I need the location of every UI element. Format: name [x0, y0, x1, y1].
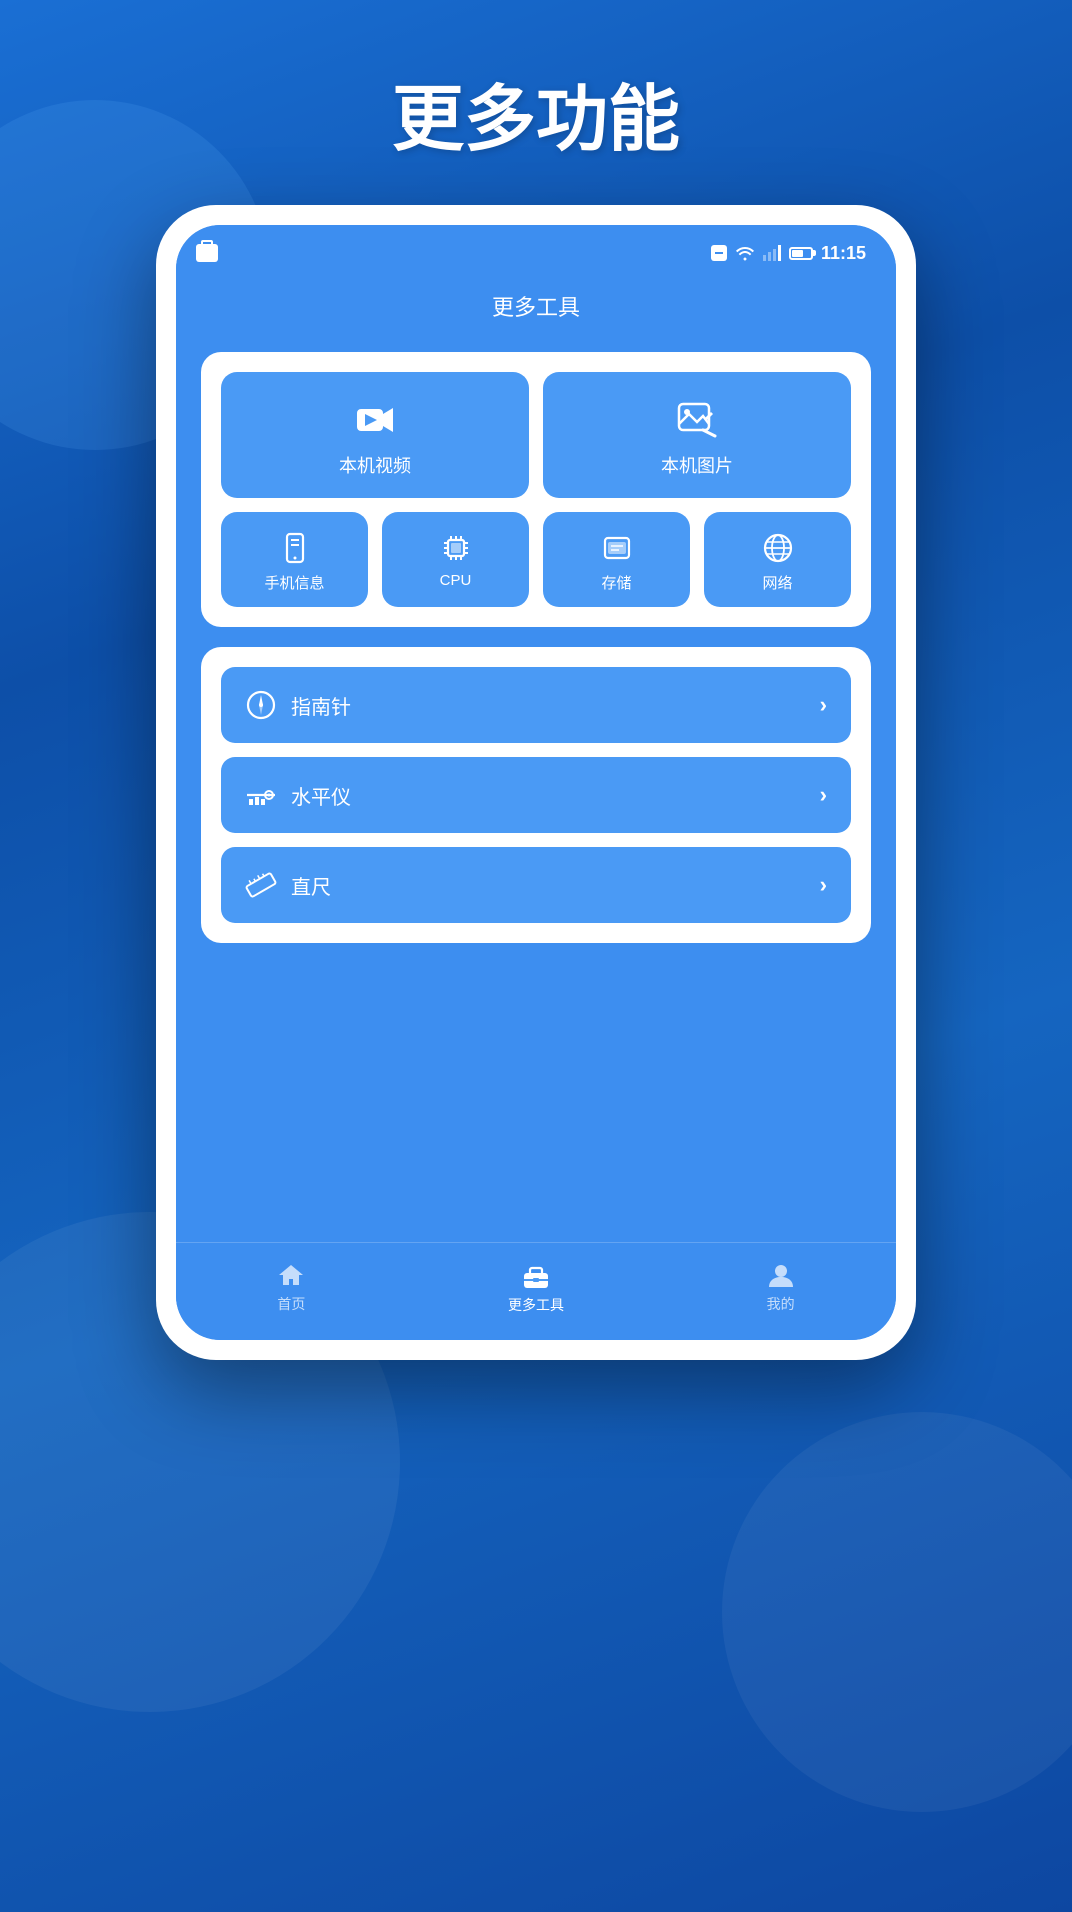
network-label: 网络 — [762, 572, 792, 593]
phone-info-label: 手机信息 — [264, 572, 324, 593]
phone-info-icon — [279, 532, 311, 564]
network-button[interactable]: 网络 — [704, 512, 851, 607]
storage-label: 存储 — [601, 572, 631, 593]
status-wifi-icon — [735, 245, 755, 261]
level-item[interactable]: 水平仪 › — [221, 757, 851, 833]
nav-profile[interactable]: 我的 — [737, 1256, 825, 1319]
toolbox-icon — [521, 1260, 551, 1290]
network-icon — [762, 532, 794, 564]
ruler-item[interactable]: 直尺 › — [221, 847, 851, 923]
nav-more-tools[interactable]: 更多工具 — [478, 1255, 594, 1320]
image-edit-icon — [677, 400, 717, 440]
local-video-label: 本机视频 — [339, 452, 411, 478]
compass-icon — [245, 689, 277, 721]
page-title: 更多功能 — [392, 60, 680, 165]
compass-label: 指南针 — [291, 691, 351, 720]
status-battery-icon — [789, 247, 813, 260]
cpu-icon — [440, 532, 472, 564]
app-header: 更多工具 — [176, 275, 896, 342]
phone-frame: 11:15 更多工具 本机视频 — [156, 205, 916, 1360]
status-block-icon — [711, 245, 727, 261]
level-chevron: › — [820, 782, 827, 808]
storage-icon — [601, 532, 633, 564]
bottom-nav: 首页 更多工具 我的 — [176, 1242, 896, 1340]
home-icon — [277, 1261, 305, 1289]
compass-chevron: › — [820, 692, 827, 718]
nav-home[interactable]: 首页 — [247, 1256, 335, 1319]
profile-icon — [767, 1261, 795, 1289]
ruler-icon — [245, 869, 277, 901]
nav-profile-label: 我的 — [767, 1294, 795, 1314]
app-header-title: 更多工具 — [492, 295, 580, 320]
status-camera-icon — [196, 244, 218, 262]
tools-card: 本机视频 本机图片 — [201, 352, 871, 627]
ruler-chevron: › — [820, 872, 827, 898]
video-camera-icon — [355, 400, 395, 440]
local-video-button[interactable]: 本机视频 — [221, 372, 529, 498]
nav-home-label: 首页 — [277, 1294, 305, 1314]
compass-item[interactable]: 指南针 › — [221, 667, 851, 743]
nav-more-tools-label: 更多工具 — [508, 1295, 564, 1315]
status-bar: 11:15 — [176, 225, 896, 275]
ruler-label: 直尺 — [291, 871, 331, 900]
level-label: 水平仪 — [291, 781, 351, 810]
phone-info-button[interactable]: 手机信息 — [221, 512, 368, 607]
cpu-button[interactable]: CPU — [382, 512, 529, 607]
list-card: 指南针 › — [201, 647, 871, 943]
level-icon — [245, 779, 277, 811]
status-signal-icon — [763, 245, 781, 261]
cpu-label: CPU — [440, 572, 472, 589]
local-image-label: 本机图片 — [661, 452, 733, 478]
status-time: 11:15 — [821, 243, 866, 264]
local-image-button[interactable]: 本机图片 — [543, 372, 851, 498]
storage-button[interactable]: 存储 — [543, 512, 690, 607]
